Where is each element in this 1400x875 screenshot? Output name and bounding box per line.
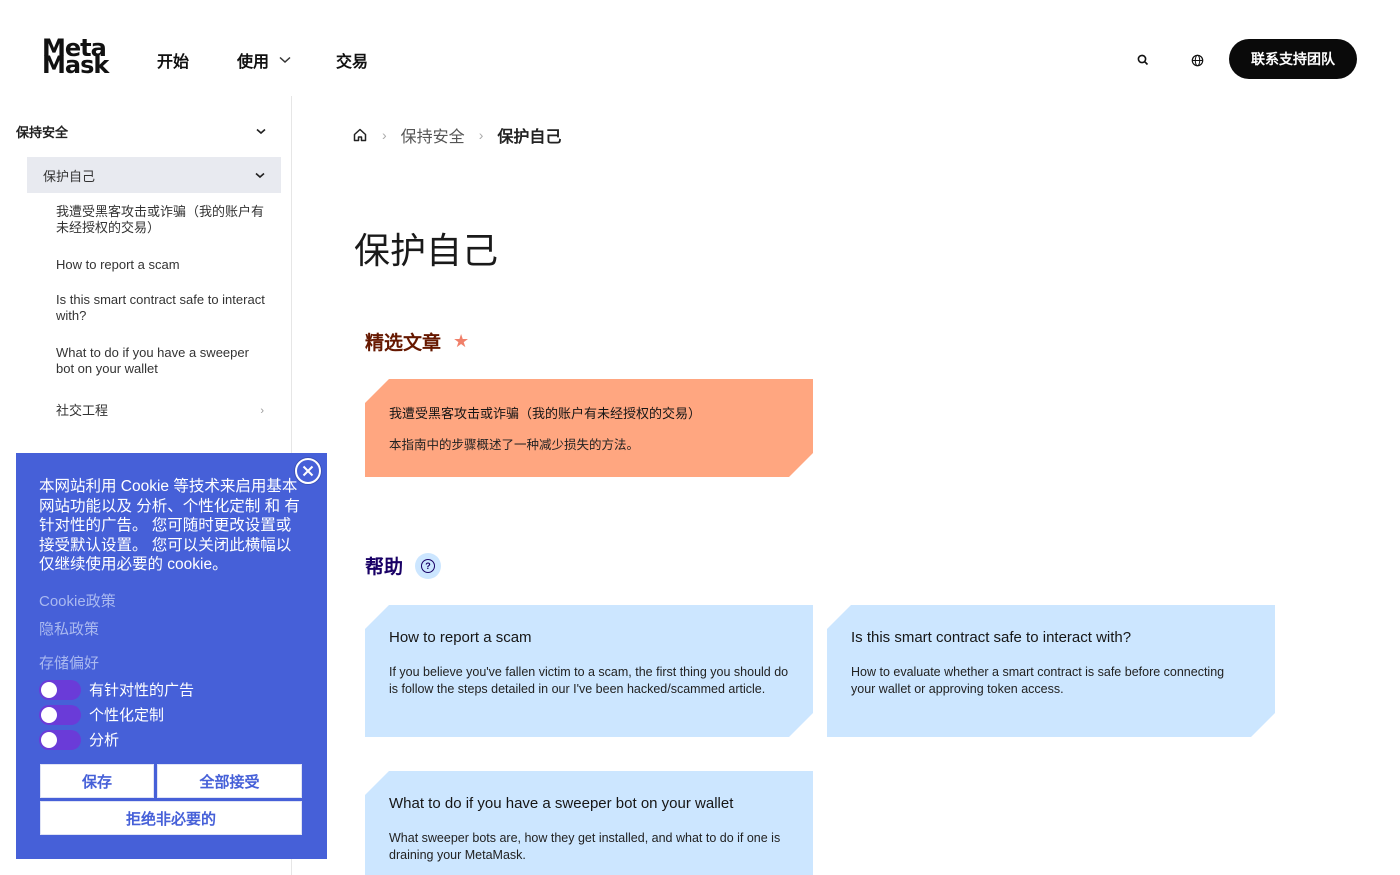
personalization-toggle[interactable] bbox=[39, 704, 81, 725]
globe-icon[interactable] bbox=[1186, 49, 1208, 71]
help-card-title: How to report a scam bbox=[389, 629, 532, 646]
storage-preferences-title: 存储偏好 bbox=[39, 655, 100, 672]
sidebar-active-label: 保护自己 bbox=[43, 168, 96, 184]
breadcrumb-level-1[interactable]: 保持安全 bbox=[401, 123, 465, 147]
help-card-desc: If you believe you've fallen victim to a… bbox=[389, 665, 789, 696]
sidebar-link-sweeper-bot[interactable]: What to do if you have a sweeper bot on … bbox=[56, 345, 268, 377]
accept-all-button[interactable]: 全部接受 bbox=[157, 764, 302, 798]
help-heading: 帮助 ? bbox=[365, 552, 442, 579]
nav-trade[interactable]: 交易 bbox=[336, 48, 368, 72]
logo-line-2: Mask bbox=[42, 51, 109, 79]
chevron-right-icon: › bbox=[260, 405, 264, 417]
metamask-logo[interactable]: Meta Mask bbox=[42, 36, 109, 79]
featured-heading-label: 精选文章 bbox=[365, 333, 442, 354]
sidebar-item-protect-yourself[interactable]: 保护自己 bbox=[27, 157, 281, 193]
featured-heading: 精选文章 ★ bbox=[365, 328, 469, 355]
nav-start-label: 开始 bbox=[157, 54, 190, 71]
privacy-policy-link[interactable]: 隐私政策 bbox=[39, 618, 99, 639]
help-card-title: What to do if you have a sweeper bot on … bbox=[389, 795, 734, 812]
featured-card-desc: 本指南中的步骤概述了一种减少损失的方法。 bbox=[389, 438, 640, 452]
targeted-ads-toggle[interactable] bbox=[39, 679, 81, 700]
breadcrumb-current: 保护自己 bbox=[497, 129, 562, 146]
sidebar-link-social-engineering-label: 社交工程 bbox=[56, 403, 109, 418]
breadcrumb-separator-icon: › bbox=[478, 127, 484, 143]
cookie-text: 本网站利用 Cookie 等技术来启用基本网站功能以及 分析、个性化定制 和 有… bbox=[39, 478, 300, 573]
home-icon[interactable] bbox=[352, 127, 368, 143]
nav-start[interactable]: 开始 bbox=[157, 48, 189, 72]
search-icon[interactable] bbox=[1132, 49, 1154, 71]
cookie-policy-link[interactable]: Cookie政策 bbox=[39, 590, 116, 611]
help-heading-label: 帮助 bbox=[365, 557, 404, 578]
sidebar-link-smart-contract[interactable]: Is this smart contract safe to interact … bbox=[56, 292, 268, 324]
sidebar-link-hacked[interactable]: 我遭受黑客攻击或诈骗（我的账户有未经授权的交易） bbox=[56, 204, 268, 236]
chevron-down-icon bbox=[256, 128, 266, 135]
nav-use[interactable]: 使用 bbox=[237, 48, 291, 72]
contact-support-button[interactable]: 联系支持团队 bbox=[1229, 39, 1357, 79]
chevron-down-icon bbox=[255, 172, 265, 178]
sidebar-section-label: 保持安全 bbox=[16, 125, 69, 140]
page-title: 保护自己 bbox=[354, 230, 499, 271]
cookie-banner: 本网站利用 Cookie 等技术来启用基本网站功能以及 分析、个性化定制 和 有… bbox=[16, 453, 327, 859]
help-card-report-scam[interactable]: How to report a scam If you believe you'… bbox=[365, 605, 813, 737]
toggle-label: 分析 bbox=[89, 732, 120, 749]
featured-card-title: 我遭受黑客攻击或诈骗（我的账户有未经授权的交易） bbox=[389, 406, 702, 421]
help-card-sweeper-bot[interactable]: What to do if you have a sweeper bot on … bbox=[365, 771, 813, 875]
help-card-title: Is this smart contract safe to interact … bbox=[851, 629, 1132, 646]
toggle-row-personalization: 个性化定制 bbox=[39, 704, 164, 725]
chevron-down-icon bbox=[279, 56, 291, 64]
help-card-desc: What sweeper bots are, how they get inst… bbox=[389, 831, 781, 862]
star-icon: ★ bbox=[453, 331, 470, 351]
analytics-toggle[interactable] bbox=[39, 729, 81, 750]
toggle-row-analytics: 分析 bbox=[39, 729, 119, 750]
toggle-label: 个性化定制 bbox=[89, 707, 165, 724]
help-card-smart-contract[interactable]: Is this smart contract safe to interact … bbox=[827, 605, 1275, 737]
breadcrumb-separator-icon: › bbox=[382, 127, 387, 143]
breadcrumb: › 保持安全 › 保护自己 bbox=[352, 123, 561, 147]
toggle-row-targeted-ads: 有针对性的广告 bbox=[39, 679, 194, 700]
help-question-icon: ? bbox=[415, 552, 442, 579]
help-card-desc: How to evaluate whether a smart contract… bbox=[851, 665, 1225, 696]
featured-article-card[interactable]: 我遭受黑客攻击或诈骗（我的账户有未经授权的交易） 本指南中的步骤概述了一种减少损… bbox=[365, 379, 813, 477]
save-button[interactable]: 保存 bbox=[40, 764, 154, 798]
sidebar-link-social-engineering[interactable]: 社交工程 › bbox=[56, 403, 264, 419]
nav-trade-label: 交易 bbox=[336, 54, 369, 71]
toggle-label: 有针对性的广告 bbox=[89, 682, 195, 699]
reject-non-essential-button[interactable]: 拒绝非必要的 bbox=[40, 801, 302, 835]
nav-use-label: 使用 bbox=[237, 54, 270, 71]
sidebar-link-report-scam[interactable]: How to report a scam bbox=[56, 257, 268, 273]
sidebar-section-stay-safe[interactable]: 保持安全 bbox=[16, 122, 266, 141]
